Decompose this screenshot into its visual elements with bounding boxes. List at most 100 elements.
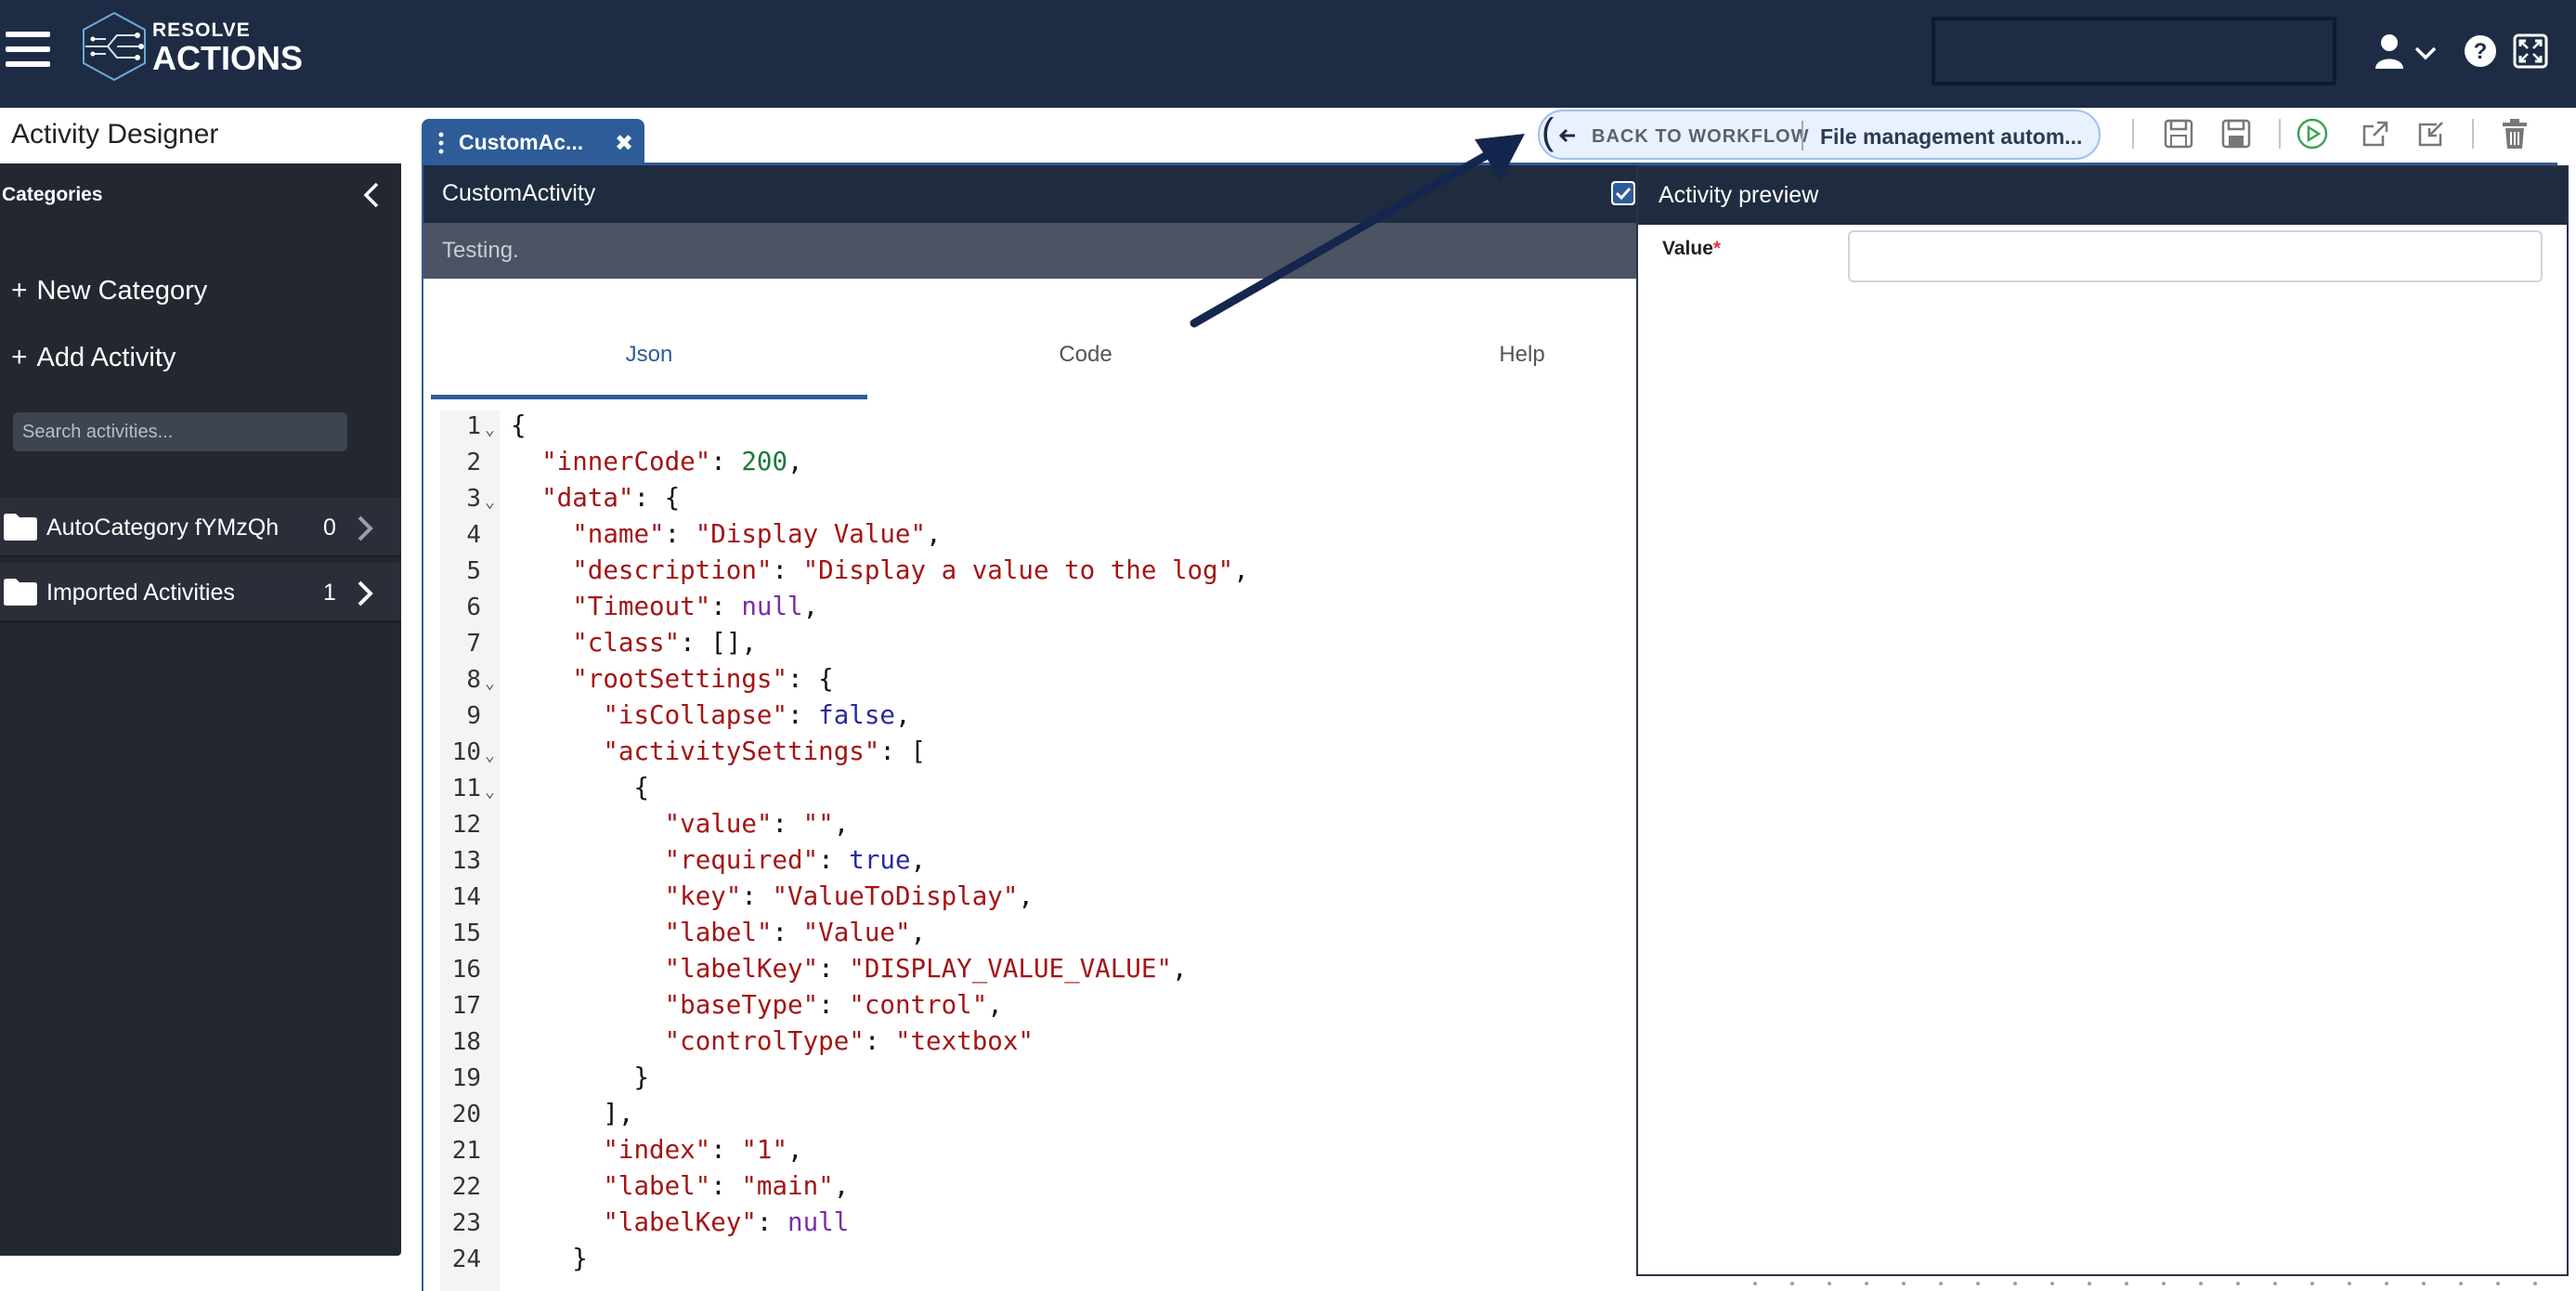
code-line: "Timeout": null, — [572, 592, 819, 621]
back-to-workflow-label: BACK TO WORKFLOW — [1592, 126, 1810, 147]
logo-line1: RESOLVE — [152, 20, 251, 41]
open-external-icon[interactable] — [2357, 115, 2394, 152]
line-number: 22 — [451, 1173, 481, 1201]
top-header: RESOLVE ACTIONS ? — [0, 0, 2576, 108]
logo-mark-icon — [83, 11, 146, 82]
help-icon[interactable]: ? — [2457, 28, 2504, 74]
line-number: 15 — [451, 919, 481, 947]
toolbar-separator — [2279, 119, 2281, 149]
plus-icon: + — [11, 275, 28, 306]
code-line: } — [633, 1063, 650, 1092]
chevron-right-icon[interactable] — [355, 580, 375, 607]
code-line: "description": "Display a value to the l… — [572, 555, 1249, 585]
folder-icon — [4, 579, 37, 606]
plus-icon: + — [11, 342, 28, 372]
checkbox-checked-icon[interactable] — [1610, 180, 1636, 206]
canvas-dot-grid — [1753, 1282, 2537, 1285]
category-row[interactable]: Imported Activities 1 — [0, 563, 401, 622]
line-number: 12 — [451, 811, 481, 839]
fold-chevron-icon[interactable]: ⌄ — [485, 492, 495, 512]
line-number: 7 — [466, 630, 481, 658]
code-line: "labelKey": null — [603, 1207, 850, 1237]
toolbar-separator — [2132, 119, 2134, 149]
category-row[interactable]: AutoCategory fYMzQh 0 — [0, 498, 401, 557]
activity-description-text: Testing. — [442, 238, 519, 263]
code-line: ], — [603, 1099, 634, 1128]
delete-icon[interactable] — [2496, 115, 2533, 152]
activity-preview-panel: Activity preview Value* — [1636, 165, 2569, 1276]
line-number: 14 — [451, 883, 481, 911]
user-icon[interactable] — [2366, 28, 2413, 74]
workflow-name: File management autom... — [1820, 124, 2083, 149]
line-number: 3 — [466, 485, 481, 513]
line-number: 21 — [451, 1137, 481, 1165]
add-activity-button[interactable]: + Add Activity — [11, 342, 176, 373]
code-line: "baseType": "control", — [664, 990, 1003, 1020]
line-number-gutter: 1 2 3 4 5 6 7 8 9 10 11 12 13 14 15 16 1… — [440, 411, 500, 1291]
categories-sidebar: Categories + New Category + Add Activity A… — [0, 163, 401, 1256]
value-input[interactable] — [1848, 230, 2543, 282]
line-number: 24 — [451, 1245, 481, 1273]
page-title: Activity Designer — [11, 119, 219, 150]
fold-chevron-icon[interactable]: ⌄ — [485, 420, 495, 439]
code-line: "label": "main", — [603, 1171, 850, 1201]
code-line: "label": "Value", — [664, 918, 927, 947]
line-number: 1 — [466, 412, 481, 440]
line-number: 18 — [451, 1028, 481, 1056]
category-name: AutoCategory fYMzQh — [46, 515, 280, 541]
chevron-right-icon[interactable] — [355, 515, 375, 542]
logo-line2: ACTIONS — [152, 39, 303, 77]
code-line: "data": { — [541, 483, 681, 513]
fold-chevron-icon[interactable]: ⌄ — [485, 782, 495, 802]
line-number: 8 — [466, 666, 481, 694]
line-number: 9 — [466, 702, 481, 730]
chevron-left-icon[interactable] — [358, 178, 386, 212]
fullscreen-icon[interactable] — [2507, 28, 2554, 74]
fold-chevron-icon[interactable]: ⌄ — [485, 746, 495, 765]
drag-handle-icon[interactable] — [438, 132, 444, 154]
code-line: "isCollapse": false, — [603, 700, 911, 730]
toolbar-separator — [2472, 119, 2474, 149]
value-field-label: Value* — [1662, 238, 1722, 259]
save-icon[interactable] — [2160, 115, 2197, 152]
json-code-editor[interactable]: 1 2 3 4 5 6 7 8 9 10 11 12 13 14 15 16 1… — [440, 411, 1638, 1291]
back-to-workflow-button[interactable]: ( BACK TO WORKFLOW File management autom… — [1538, 110, 2101, 160]
annotation-arrow-icon — [1190, 134, 1525, 328]
line-number: 6 — [466, 593, 481, 621]
line-number: 5 — [466, 557, 481, 585]
menu-icon[interactable] — [6, 32, 50, 67]
chevron-down-icon[interactable] — [2413, 28, 2439, 74]
svg-text:?: ? — [2474, 39, 2488, 64]
close-icon[interactable]: ✖ — [615, 130, 633, 157]
search-activities-input[interactable] — [13, 412, 347, 451]
fold-chevron-icon[interactable]: ⌄ — [485, 673, 495, 693]
line-number: 19 — [451, 1064, 481, 1092]
code-line: } — [572, 1244, 588, 1273]
save-as-icon[interactable] — [2218, 115, 2255, 152]
sidebar-header: Categories — [0, 163, 401, 247]
run-icon[interactable] — [2294, 115, 2331, 152]
logo: RESOLVE ACTIONS — [80, 11, 303, 84]
line-number: 16 — [451, 956, 481, 984]
tab-json[interactable]: Json — [431, 321, 867, 399]
activity-name[interactable]: CustomActivity — [442, 180, 595, 207]
line-number: 4 — [466, 521, 481, 549]
preview-header: Activity preview — [1638, 167, 2567, 225]
preview-title: Activity preview — [1659, 182, 1819, 208]
export-icon[interactable] — [2413, 115, 2450, 152]
new-category-button[interactable]: + New Category — [11, 275, 207, 306]
sidebar-title: Categories — [2, 184, 103, 205]
code-line: "labelKey": "DISPLAY_VALUE_VALUE", — [664, 954, 1188, 984]
code-line: "activitySettings": [ — [603, 737, 927, 766]
global-search-box[interactable] — [1932, 17, 2336, 85]
code-line: "index": "1", — [603, 1135, 803, 1165]
code-line: { — [511, 411, 527, 440]
code-line: "required": true, — [664, 845, 927, 875]
category-count: 1 — [323, 580, 336, 606]
tab-custom-activity[interactable]: CustomAc... ✖ — [422, 119, 644, 163]
code-line: "controlType": "textbox" — [664, 1026, 1034, 1056]
required-marker: * — [1712, 238, 1722, 259]
pill-separator — [1802, 121, 1803, 150]
code-line: "value": "", — [664, 809, 850, 839]
folder-icon — [4, 514, 37, 541]
